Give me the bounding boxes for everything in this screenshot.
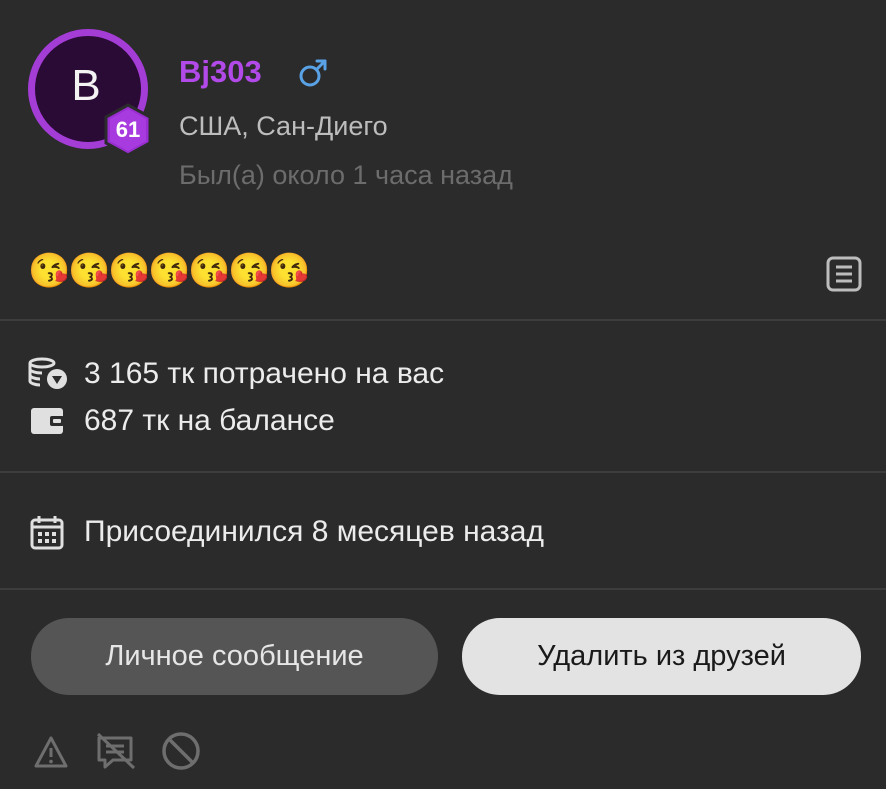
chat-off-icon[interactable] xyxy=(95,730,137,772)
avatar-letter: B xyxy=(71,61,101,110)
profile-card: B 61 Bj303 США, Сан-Диего Был(а) около 1… xyxy=(0,0,886,789)
kiss-emoji: 😘 xyxy=(188,252,231,290)
username: Bj303 xyxy=(179,54,262,89)
joined-text: Присоединился 8 месяцев назад xyxy=(84,515,544,548)
kiss-emoji: 😘 xyxy=(148,252,191,290)
private-message-button[interactable]: Личное сообщение xyxy=(31,618,438,695)
divider xyxy=(0,471,886,473)
kiss-emoji: 😘 xyxy=(68,252,111,290)
last-seen-text: Был(а) около 1 часа назад xyxy=(179,160,513,190)
balance-text: 687 тк на балансе xyxy=(84,404,335,437)
male-symbol-icon xyxy=(296,56,330,90)
notes-icon[interactable] xyxy=(825,255,863,293)
divider xyxy=(0,319,886,321)
divider xyxy=(0,588,886,590)
balance-row: 687 тк на балансе xyxy=(28,401,335,441)
remove-friend-button[interactable]: Удалить из друзей xyxy=(462,618,861,695)
warning-icon[interactable] xyxy=(33,730,69,772)
joined-row: Присоединился 8 месяцев назад xyxy=(28,512,544,552)
location-text: США, Сан-Диего xyxy=(179,111,388,141)
level-number: 61 xyxy=(115,117,141,142)
kiss-emoji: 😘 xyxy=(108,252,151,290)
spent-row: 3 165 тк потрачено на вас xyxy=(28,354,444,394)
kiss-emoji: 😘 xyxy=(268,252,311,290)
block-icon[interactable] xyxy=(160,730,202,772)
spent-text: 3 165 тк потрачено на вас xyxy=(84,357,445,390)
coins-icon xyxy=(28,356,68,392)
kiss-emoji: 😘 xyxy=(228,252,271,290)
status-emojis: 😘 😘 😘 😘 😘 😘 😘 xyxy=(28,249,311,293)
kiss-emoji: 😘 xyxy=(28,252,71,290)
calendar-icon xyxy=(28,514,68,550)
wallet-icon xyxy=(28,403,68,439)
level-badge: 61 xyxy=(102,103,154,157)
